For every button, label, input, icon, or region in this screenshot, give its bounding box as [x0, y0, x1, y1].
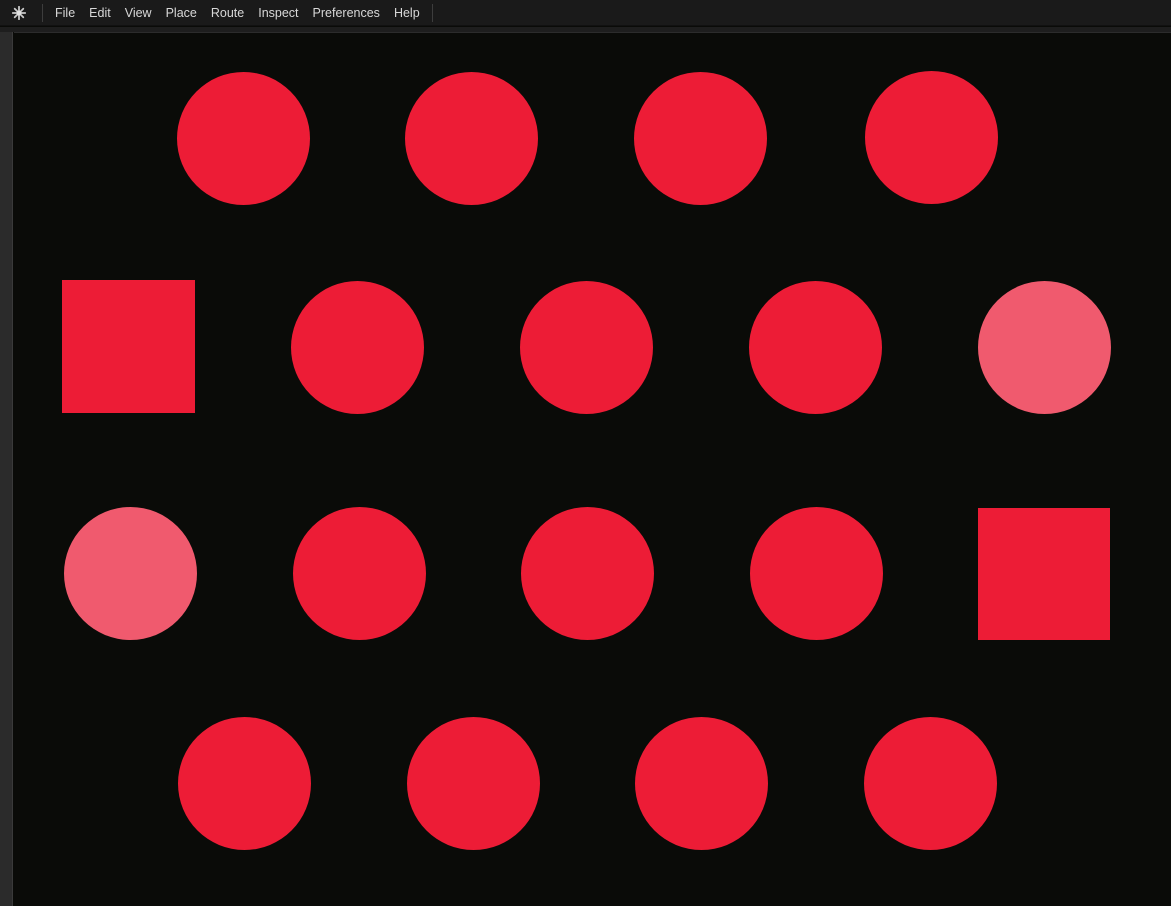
pad-circle[interactable] — [291, 281, 424, 414]
pad-circle[interactable] — [177, 72, 310, 205]
menu-item-preferences[interactable]: Preferences — [306, 0, 387, 26]
pad-circle-highlighted[interactable] — [978, 281, 1111, 414]
menu-item-route[interactable]: Route — [204, 0, 251, 26]
pad-circle[interactable] — [521, 507, 654, 640]
pad-circle[interactable] — [520, 281, 653, 414]
pad-circle[interactable] — [178, 717, 311, 850]
menu-bar: FileEditViewPlaceRouteInspectPreferences… — [0, 0, 1171, 26]
menu-item-file[interactable]: File — [48, 0, 82, 26]
pad-circle[interactable] — [749, 281, 882, 414]
left-gutter — [0, 32, 13, 906]
menu-item-view[interactable]: View — [118, 0, 159, 26]
pad-circle[interactable] — [635, 717, 768, 850]
pad-circle[interactable] — [864, 717, 997, 850]
starburst-icon — [12, 6, 26, 20]
pad-circle[interactable] — [407, 717, 540, 850]
pad-circle-highlighted[interactable] — [64, 507, 197, 640]
pad-circle[interactable] — [634, 72, 767, 205]
pcb-canvas[interactable] — [14, 32, 1171, 906]
menu-item-edit[interactable]: Edit — [82, 0, 118, 26]
pad-circle[interactable] — [750, 507, 883, 640]
pad-circle[interactable] — [405, 72, 538, 205]
menu-separator — [432, 4, 433, 22]
menu-item-help[interactable]: Help — [387, 0, 427, 26]
menu-item-place[interactable]: Place — [159, 0, 204, 26]
pad-square[interactable] — [978, 508, 1110, 640]
menu-separator — [42, 4, 43, 22]
menu-bar-items: FileEditViewPlaceRouteInspectPreferences… — [48, 0, 427, 25]
pad-circle[interactable] — [293, 507, 426, 640]
pad-square[interactable] — [62, 280, 195, 413]
pad-circle[interactable] — [865, 71, 998, 204]
menu-item-inspect[interactable]: Inspect — [251, 0, 305, 26]
toolbar-strip — [0, 27, 1171, 32]
